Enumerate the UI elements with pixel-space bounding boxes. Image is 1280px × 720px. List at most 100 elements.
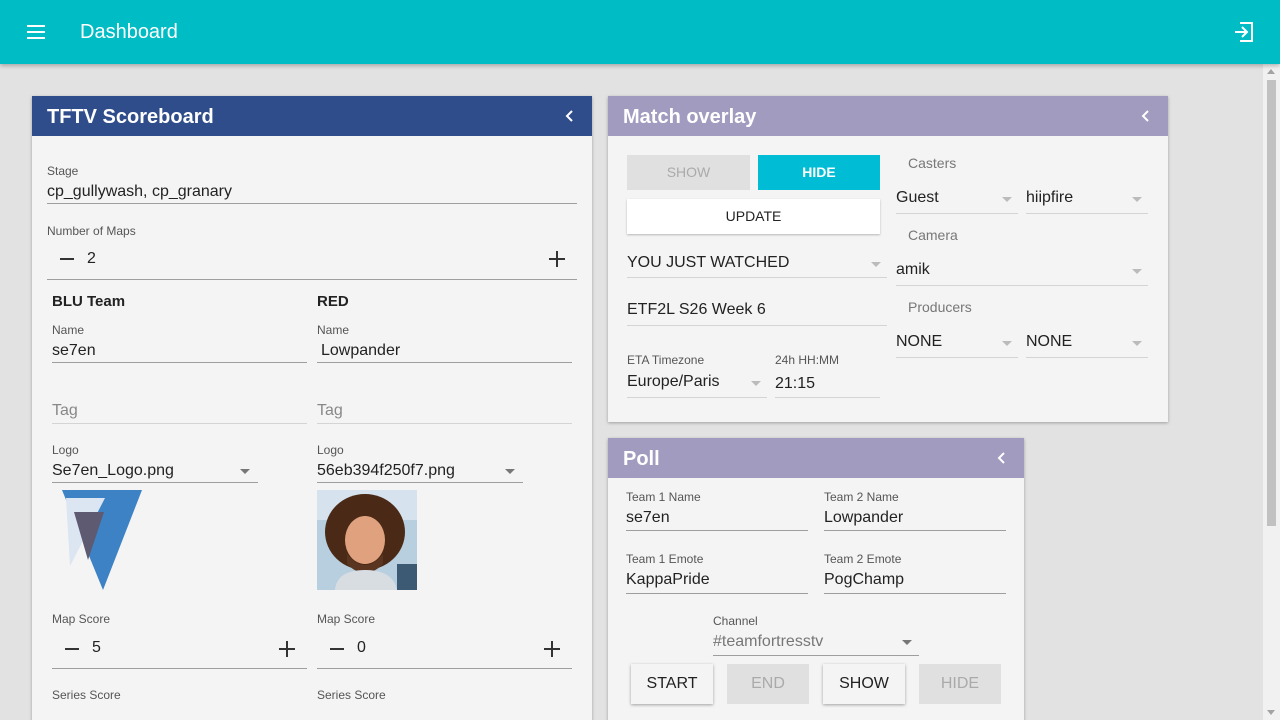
producer1-underline <box>896 357 1018 358</box>
blu-logo-underline <box>52 482 258 483</box>
overlay-panel: Match overlay SHOW HIDE UPDATE YOU JUST … <box>608 96 1168 422</box>
maps-decrement-icon[interactable] <box>60 258 74 260</box>
blu-map-score-label: Map Score <box>52 612 111 626</box>
red-name-label: Name <box>317 323 350 337</box>
maps-label: Number of Maps <box>47 224 136 238</box>
channel-value: #teamfortresstv <box>713 633 824 650</box>
caster2-underline <box>1026 213 1148 214</box>
scrollbar-thumb[interactable] <box>1267 80 1276 526</box>
team2-emote-underline <box>824 593 1006 594</box>
caster1-value: Guest <box>896 189 939 206</box>
red-tag-input[interactable]: Tag <box>317 401 343 421</box>
team1-name-label: Team 1 Name <box>626 490 701 504</box>
overlay-hide-button[interactable]: HIDE <box>758 155 880 190</box>
poll-panel: Poll Team 1 Name se7en Team 2 Name Lowpa… <box>608 438 1024 720</box>
blu-series-score-label: Series Score <box>52 688 121 702</box>
channel-underline <box>713 655 919 656</box>
channel-select[interactable]: #teamfortresstv <box>713 631 919 655</box>
red-map-score-increment-icon[interactable] <box>544 641 560 657</box>
red-logo-select[interactable]: 56eb394f250f7.png <box>317 458 523 484</box>
blu-team-heading: BLU Team <box>52 293 126 310</box>
blu-tag-input[interactable]: Tag <box>52 401 78 421</box>
blu-name-underline <box>52 362 307 363</box>
overlay-tz-label: ETA Timezone <box>627 353 705 367</box>
producer2-select[interactable]: NONE <box>1026 330 1148 356</box>
blu-name-label: Name <box>52 323 85 337</box>
producer2-value: NONE <box>1026 333 1073 350</box>
overlay-mode-value: YOU JUST WATCHED <box>627 254 790 271</box>
logout-icon[interactable] <box>1232 20 1256 44</box>
team2-emote-label: Team 2 Emote <box>824 552 902 566</box>
team1-emote-underline <box>626 593 808 594</box>
stage-label: Stage <box>47 164 79 178</box>
blu-logo-select[interactable]: Se7en_Logo.png <box>52 458 258 484</box>
app-bar: Dashboard <box>0 0 1280 64</box>
chevron-left-icon[interactable] <box>1138 108 1154 124</box>
blu-logo-label: Logo <box>52 443 79 457</box>
poll-show-button[interactable]: SHOW <box>823 664 905 704</box>
red-logo-value: 56eb394f250f7.png <box>317 462 455 479</box>
scroll-up-arrow-icon[interactable] <box>1267 69 1275 74</box>
red-tag-underline <box>317 423 572 424</box>
team2-emote-input[interactable]: PogChamp <box>824 570 904 590</box>
overlay-mode-underline <box>627 277 887 278</box>
chevron-down-icon <box>1002 197 1012 202</box>
poll-end-button[interactable]: END <box>727 664 809 704</box>
chevron-down-icon <box>1132 341 1142 346</box>
poll-hide-button[interactable]: HIDE <box>919 664 1001 704</box>
maps-underline <box>47 279 577 280</box>
chevron-down-icon <box>1132 269 1142 274</box>
overlay-event-input[interactable]: ETF2L S26 Week 6 <box>627 300 766 320</box>
blu-map-score-value[interactable]: 5 <box>92 638 101 658</box>
team2-name-underline <box>824 530 1006 531</box>
menu-icon[interactable] <box>24 20 48 44</box>
camera-underline <box>896 285 1148 286</box>
blu-map-score-decrement-icon[interactable] <box>65 648 79 650</box>
overlay-time-input[interactable]: 21:15 <box>775 374 815 394</box>
red-map-score-decrement-icon[interactable] <box>330 648 344 650</box>
channel-label: Channel <box>713 614 758 628</box>
overlay-show-button[interactable]: SHOW <box>627 155 750 190</box>
overlay-update-button[interactable]: UPDATE <box>627 199 880 234</box>
caster1-underline <box>896 213 1018 214</box>
maps-increment-icon[interactable] <box>549 251 565 267</box>
stage-input[interactable]: cp_gullywash, cp_granary <box>47 180 577 204</box>
red-map-score-value[interactable]: 0 <box>357 638 366 658</box>
blu-map-score-increment-icon[interactable] <box>279 641 295 657</box>
chevron-down-icon <box>505 469 515 474</box>
chevron-down-icon <box>871 262 881 267</box>
caster1-select[interactable]: Guest <box>896 186 1018 212</box>
scroll-down-arrow-icon[interactable] <box>1267 710 1275 715</box>
chevron-down-icon <box>751 381 761 386</box>
producer1-value: NONE <box>896 333 943 350</box>
overlay-time-label: 24h HH:MM <box>775 353 840 367</box>
blu-logo-image <box>62 490 142 590</box>
overlay-tz-select[interactable]: Europe/Paris <box>627 371 767 395</box>
poll-title: Poll <box>623 448 660 470</box>
red-team-heading: RED <box>317 293 349 310</box>
page-title: Dashboard <box>80 21 178 43</box>
producer1-select[interactable]: NONE <box>896 330 1018 356</box>
scoreboard-panel: TFTV Scoreboard Stage cp_gullywash, cp_g… <box>32 96 592 720</box>
red-name-input[interactable]: Lowpander <box>321 341 400 361</box>
team1-emote-input[interactable]: KappaPride <box>626 570 710 590</box>
overlay-time-underline <box>775 397 880 398</box>
blu-map-score-underline <box>52 668 307 669</box>
chevron-left-icon[interactable] <box>994 450 1010 466</box>
maps-value[interactable]: 2 <box>87 249 96 269</box>
blu-logo-value: Se7en_Logo.png <box>52 462 174 479</box>
poll-start-button[interactable]: START <box>631 664 713 704</box>
red-name-underline <box>317 362 572 363</box>
poll-header: Poll <box>608 438 1024 478</box>
overlay-mode-select[interactable]: YOU JUST WATCHED <box>627 251 887 277</box>
red-logo-image <box>317 490 417 590</box>
caster2-select[interactable]: hiipfire <box>1026 186 1148 212</box>
scoreboard-title: TFTV Scoreboard <box>47 106 214 128</box>
page-scrollbar[interactable] <box>1263 64 1280 720</box>
team1-name-input[interactable]: se7en <box>626 508 670 528</box>
camera-select[interactable]: amik <box>896 258 1148 284</box>
chevron-left-icon[interactable] <box>562 108 578 124</box>
blu-name-input[interactable]: se7en <box>52 341 96 361</box>
team2-name-input[interactable]: Lowpander <box>824 508 903 528</box>
stage-value: cp_gullywash, cp_granary <box>47 183 232 200</box>
